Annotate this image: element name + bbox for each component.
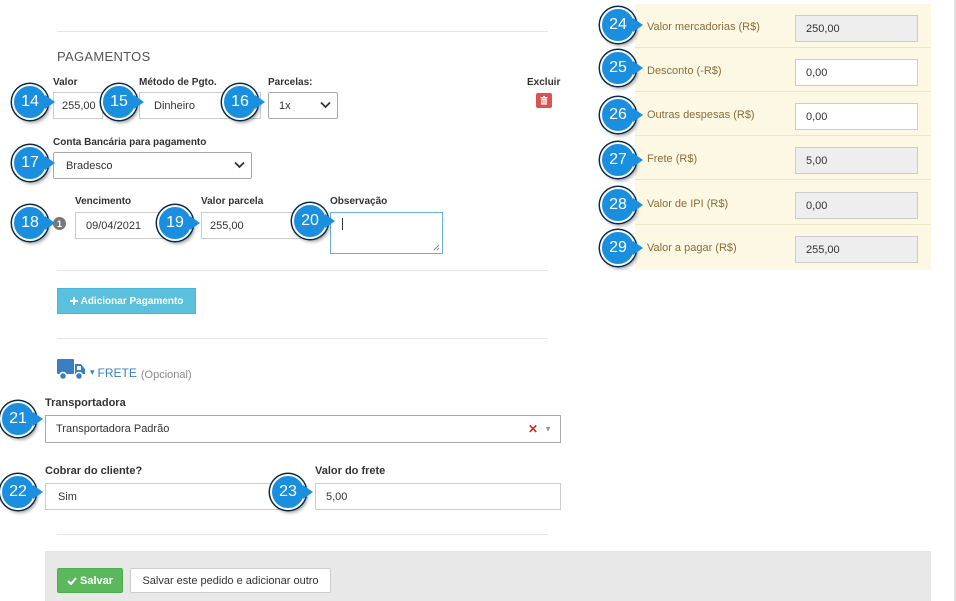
callout-marker: 14 <box>12 84 48 120</box>
bank-account-value: Bradesco <box>66 159 113 172</box>
save-label: Salvar <box>79 574 114 587</box>
carrier-select[interactable]: Transportadora Padrão ✕ ▼ <box>45 415 561 443</box>
ipi-value-field: 0,00 <box>795 192 918 219</box>
freight-divider <box>57 534 548 535</box>
save-button[interactable]: Salvar <box>57 568 123 593</box>
summary-label: Outras despesas (R$) <box>647 109 755 121</box>
delete-payment-button[interactable] <box>536 93 552 108</box>
total-to-pay-field: 255,00 <box>795 236 918 263</box>
trash-icon <box>540 96 548 105</box>
callout-marker: 16 <box>222 84 258 120</box>
callout-marker: 21 <box>0 401 36 437</box>
summary-label: Valor de IPI (R$) <box>647 198 729 210</box>
add-divider <box>57 338 548 339</box>
callout-marker: 27 <box>600 142 636 178</box>
order-summary-panel: Valor mercadorias (R$) 250,00 Desconto (… <box>635 4 931 270</box>
callout-marker: 15 <box>101 84 137 120</box>
callout-marker: 23 <box>270 474 306 510</box>
callout-marker: 17 <box>12 145 48 181</box>
freight-value-label: Valor do frete <box>315 465 386 477</box>
parcelas-label: Parcelas: <box>268 77 313 88</box>
add-payment-label: Adicionar Pagamento <box>80 295 184 307</box>
charge-client-select[interactable]: Sim <box>45 483 291 510</box>
resize-handle-icon[interactable] <box>433 244 440 251</box>
callout-marker: 26 <box>600 97 636 133</box>
callout-marker: 24 <box>600 7 636 43</box>
caret-down-icon: ▾ <box>90 367 95 377</box>
metodo-label: Método de Pgto. <box>139 77 217 88</box>
text-cursor <box>342 218 343 230</box>
close-icon[interactable]: ✕ <box>528 422 538 436</box>
truck-icon <box>57 359 85 381</box>
freight-title: FRETE <box>97 366 137 380</box>
installments-value: 1x <box>279 99 291 112</box>
summary-row-total: Valor a pagar (R$) 255,00 <box>635 225 931 269</box>
summary-row-freight: Frete (R$) 5,00 <box>635 136 931 180</box>
summary-row-ipi: Valor de IPI (R$) 0,00 <box>635 181 931 225</box>
callout-marker: 29 <box>600 230 636 266</box>
bank-account-select[interactable]: Bradesco <box>53 152 252 179</box>
summary-label: Desconto (-R$) <box>647 65 722 77</box>
carrier-value: Transportadora Padrão <box>56 423 170 435</box>
top-divider <box>57 31 548 32</box>
chevron-down-icon <box>234 160 245 171</box>
freight-total-field: 5,00 <box>795 147 918 174</box>
callout-marker: 18 <box>12 205 48 241</box>
chevron-down-icon <box>320 100 331 111</box>
chevron-down-icon[interactable]: ▼ <box>544 425 552 434</box>
installment-value-input[interactable]: 255,00 <box>201 212 301 239</box>
bank-account-label: Conta Bancária para pagamento <box>53 137 207 148</box>
summary-label: Valor mercadorias (R$) <box>647 21 760 33</box>
excluir-label: Excluir <box>527 77 561 88</box>
carrier-label: Transportadora <box>45 397 126 409</box>
due-date-label: Vencimento <box>75 196 132 207</box>
summary-row-other-expenses: Outras despesas (R$) 0,00 <box>635 92 931 136</box>
callout-marker: 22 <box>0 474 36 510</box>
installment-value-label: Valor parcela <box>201 196 264 207</box>
freight-value-input[interactable]: 5,00 <box>315 483 561 510</box>
summary-row-discount: Desconto (-R$) 0,00 <box>635 48 931 92</box>
callout-marker: 28 <box>600 187 636 223</box>
observation-textarea[interactable] <box>330 212 443 254</box>
observation-label: Observação <box>330 196 388 207</box>
summary-label: Frete (R$) <box>647 153 698 165</box>
payments-divider <box>57 270 548 271</box>
payments-section-title: PAGAMENTOS <box>57 49 151 64</box>
callout-marker: 20 <box>292 203 328 239</box>
freight-optional: (Opcional) <box>140 369 192 381</box>
add-payment-button[interactable]: Adicionar Pagamento <box>57 288 196 314</box>
charge-client-label: Cobrar do cliente? <box>45 465 143 477</box>
payment-value-input[interactable]: 255,00 <box>53 92 103 119</box>
check-icon <box>67 576 77 585</box>
due-date-input[interactable]: 09/04/2021 <box>75 212 170 239</box>
other-expenses-input[interactable]: 0,00 <box>795 103 918 130</box>
callout-marker: 19 <box>157 205 193 241</box>
installments-select[interactable]: 1x <box>268 92 338 119</box>
callout-marker: 25 <box>600 50 636 86</box>
discount-input[interactable]: 0,00 <box>795 59 918 86</box>
summary-row-goods: Valor mercadorias (R$) 250,00 <box>635 4 931 48</box>
goods-value-field: 250,00 <box>795 15 918 42</box>
plus-icon <box>69 297 78 305</box>
valor-label: Valor <box>53 77 78 88</box>
freight-section-toggle[interactable]: ▾ FRETE (Opcional) <box>57 357 192 381</box>
save-and-add-button[interactable]: Salvar este pedido e adicionar outro <box>130 568 331 593</box>
summary-label: Valor a pagar (R$) <box>647 242 737 254</box>
